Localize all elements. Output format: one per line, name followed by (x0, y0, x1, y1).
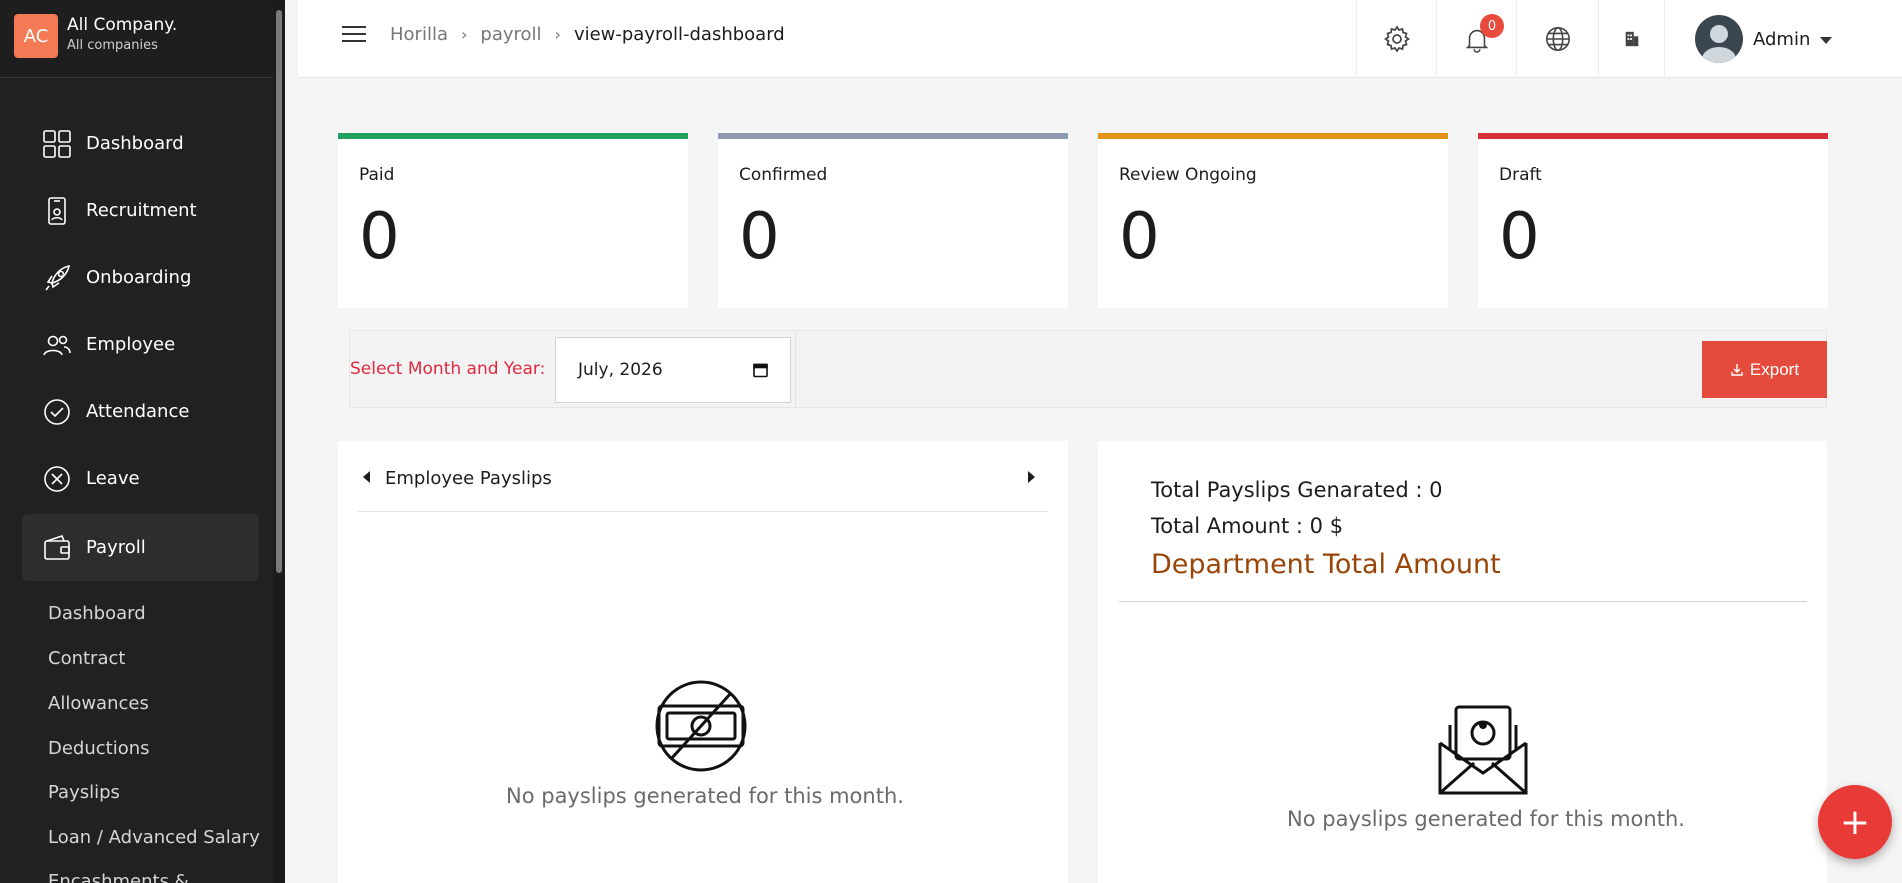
company-logo: AC (14, 14, 58, 58)
sidebar-item-employee[interactable]: Employee (22, 311, 259, 378)
breadcrumb: Horilla › payroll › view-payroll-dashboa… (390, 24, 785, 45)
empty-state-text: No payslips generated for this month. (1287, 807, 1685, 831)
user-menu[interactable]: Admin (1664, 0, 1902, 78)
money-envelope-icon (1438, 705, 1528, 795)
sidebar-item-attendance[interactable]: Attendance (22, 378, 259, 445)
payroll-sub-loan[interactable]: Loan / Advanced Salary (48, 827, 260, 848)
panel-title: Employee Payslips (385, 468, 552, 489)
employee-payslips-panel: Employee Payslips No payslips generated … (338, 441, 1068, 883)
empty-state-text: No payslips generated for this month. (506, 784, 904, 808)
prev-arrow-icon[interactable] (363, 471, 370, 483)
company-switcher[interactable]: AC All Company. All companies (0, 0, 285, 78)
notification-badge: 0 (1480, 14, 1504, 38)
payroll-sub-deductions[interactable]: Deductions (48, 738, 150, 759)
globe-icon (1545, 27, 1570, 51)
download-icon (1731, 363, 1743, 376)
language-button[interactable] (1516, 0, 1598, 78)
sidebar-scrollbar-thumb[interactable] (276, 10, 282, 573)
employees-icon (42, 330, 72, 360)
month-year-input[interactable]: July, 2026 (555, 337, 791, 403)
chevron-right-icon: › (460, 25, 468, 44)
breadcrumb-current: view-payroll-dashboard (573, 24, 785, 45)
sidebar-item-label: Employee (86, 334, 176, 355)
calendar-icon[interactable] (753, 362, 768, 378)
plus-icon: + (1839, 801, 1871, 843)
sidebar-item-dashboard[interactable]: Dashboard (22, 110, 259, 177)
chevron-right-icon: › (554, 25, 561, 44)
export-button[interactable]: Export (1702, 341, 1827, 398)
breadcrumb-item[interactable]: payroll (480, 24, 541, 45)
sidebar-item-payroll[interactable]: Payroll (22, 514, 259, 581)
month-year-label: Select Month and Year: (350, 359, 546, 379)
sidebar-item-label: Attendance (86, 401, 190, 422)
sidebar-scrollbar[interactable] (273, 0, 285, 883)
company-subtitle: All companies (67, 38, 158, 53)
payslip-summary-panel: Total Payslips Genarated : 0 Total Amoun… (1098, 441, 1827, 883)
wallet-icon (42, 533, 72, 563)
export-label: Export (1749, 359, 1800, 379)
stat-label: Confirmed (739, 165, 828, 185)
stat-card-paid: Paid 0 (338, 133, 688, 308)
sidebar-item-label: Payroll (86, 537, 146, 558)
notifications-button[interactable]: 0 (1436, 0, 1516, 78)
divider (1119, 601, 1807, 602)
sidebar-item-label: Onboarding (86, 267, 192, 288)
month-year-value: July, 2026 (578, 360, 663, 380)
stat-value: 0 (1119, 200, 1160, 274)
sidebar-item-leave[interactable]: Leave (22, 445, 259, 512)
company-button[interactable] (1598, 0, 1664, 78)
stat-card-draft: Draft 0 (1478, 133, 1828, 308)
payroll-sub-payslips[interactable]: Payslips (48, 782, 120, 803)
caret-down-icon (1820, 37, 1833, 44)
stat-card-confirmed: Confirmed 0 (718, 133, 1068, 308)
stat-label: Draft (1499, 165, 1542, 185)
sidebar-item-label: Dashboard (86, 133, 184, 154)
check-circle-icon (42, 397, 72, 427)
dashboard-icon (42, 129, 72, 159)
sidebar: AC All Company. All companies Dashboard … (0, 0, 285, 883)
payroll-sub-contract[interactable]: Contract (48, 648, 125, 669)
payroll-sub-encashments[interactable]: Encashments & (48, 871, 189, 883)
divider (358, 511, 1048, 512)
no-money-icon (655, 680, 747, 772)
sidebar-item-recruitment[interactable]: Recruitment (22, 177, 259, 244)
top-header: Horilla › payroll › view-payroll-dashboa… (298, 0, 1902, 78)
gear-icon (1383, 25, 1410, 53)
avatar (1695, 15, 1743, 63)
breadcrumb-item[interactable]: Horilla (390, 24, 448, 45)
payroll-sub-allowances[interactable]: Allowances (48, 693, 149, 714)
add-fab-button[interactable]: + (1818, 785, 1892, 859)
building-icon (1625, 31, 1638, 47)
menu-toggle-icon[interactable] (342, 26, 366, 46)
filter-bar: Select Month and Year: July, 2026 Export (349, 330, 1827, 408)
stat-label: Paid (359, 165, 395, 185)
company-name: All Company. (67, 15, 178, 35)
next-arrow-icon[interactable] (1028, 471, 1035, 483)
department-total-title: Department Total Amount (1151, 549, 1501, 580)
rocket-icon (42, 263, 72, 293)
close-circle-icon (42, 464, 72, 494)
stat-card-review-ongoing: Review Ongoing 0 (1098, 133, 1448, 308)
stat-value: 0 (359, 200, 400, 274)
stat-value: 0 (1499, 200, 1540, 274)
sidebar-item-onboarding[interactable]: Onboarding (22, 244, 259, 311)
total-amount: Total Amount : 0 $ (1151, 514, 1344, 538)
settings-button[interactable] (1356, 0, 1436, 78)
recruitment-icon (42, 196, 72, 226)
sidebar-item-label: Recruitment (86, 200, 197, 221)
total-payslips-generated: Total Payslips Genarated : 0 (1151, 478, 1443, 502)
stat-value: 0 (739, 200, 780, 274)
payroll-sub-dashboard[interactable]: Dashboard (48, 603, 146, 624)
sidebar-item-label: Leave (86, 468, 140, 489)
user-name: Admin (1753, 28, 1811, 50)
divider (795, 331, 796, 407)
stat-label: Review Ongoing (1119, 165, 1257, 185)
